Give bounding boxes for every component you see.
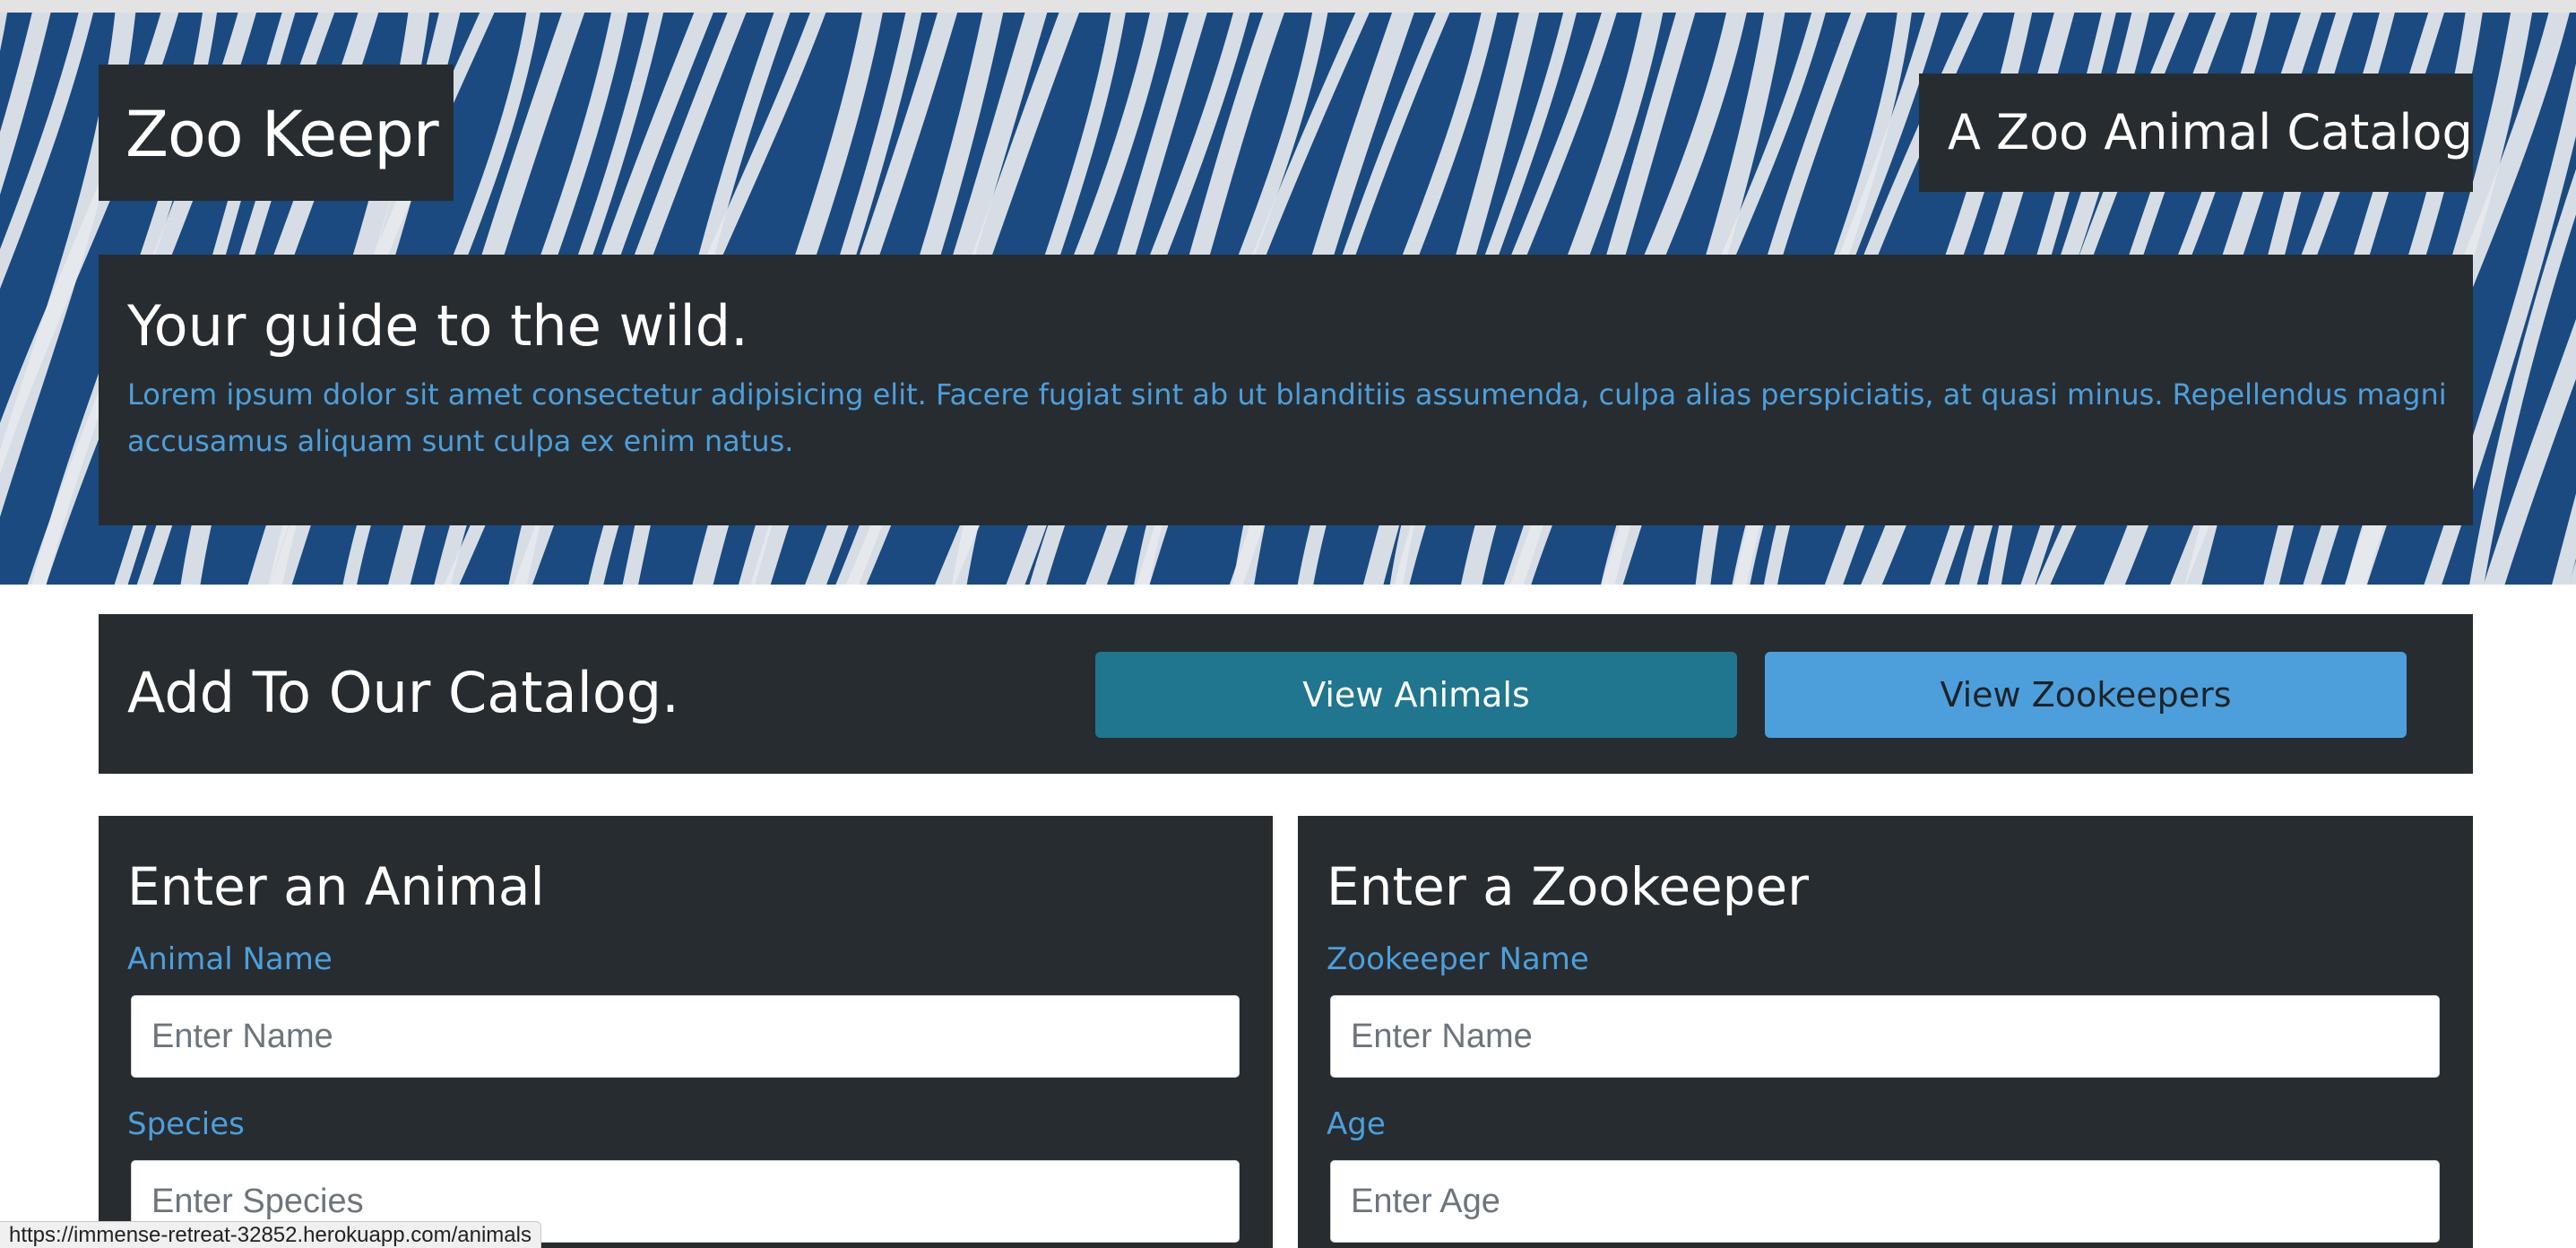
tagline-box: A Zoo Animal Catalog bbox=[1919, 74, 2473, 192]
zookeeper-name-input[interactable] bbox=[1330, 995, 2440, 1078]
brand-box: Zoo Keepr bbox=[99, 65, 454, 201]
intro-panel: Your guide to the wild. Lorem ipsum dolo… bbox=[99, 255, 2473, 525]
zookeeper-name-label: Zookeeper Name bbox=[1327, 941, 1589, 977]
zookeeper-form-heading: Enter a Zookeeper bbox=[1327, 856, 1810, 917]
age-input[interactable] bbox=[1330, 1160, 2440, 1243]
zookeeper-form: Enter a Zookeeper Zookeeper Name Age bbox=[1298, 816, 2473, 1248]
species-label: Species bbox=[127, 1106, 245, 1142]
catalog-bar: Add To Our Catalog. View Animals View Zo… bbox=[99, 614, 2473, 774]
animal-name-label: Animal Name bbox=[127, 941, 333, 977]
site-tagline: A Zoo Animal Catalog bbox=[1948, 104, 2473, 160]
site-title: Zoo Keepr bbox=[125, 98, 439, 171]
catalog-heading: Add To Our Catalog. bbox=[127, 660, 679, 725]
animal-name-input[interactable] bbox=[131, 995, 1240, 1078]
view-animals-button[interactable]: View Animals bbox=[1095, 652, 1737, 738]
animal-form-heading: Enter an Animal bbox=[127, 856, 545, 917]
intro-heading: Your guide to the wild. bbox=[127, 293, 748, 359]
view-zookeepers-button[interactable]: View Zookeepers bbox=[1765, 652, 2407, 738]
link-status-bar: https://immense-retreat-32852.herokuapp.… bbox=[0, 1221, 541, 1248]
hero-banner: Zoo Keepr A Zoo Animal Catalog Your guid… bbox=[0, 13, 2576, 585]
animal-form: Enter an Animal Animal Name Species bbox=[99, 816, 1273, 1248]
intro-text: Lorem ipsum dolor sit amet consectetur a… bbox=[127, 377, 2447, 458]
age-label: Age bbox=[1327, 1106, 1386, 1142]
browser-top-edge bbox=[0, 0, 2576, 13]
